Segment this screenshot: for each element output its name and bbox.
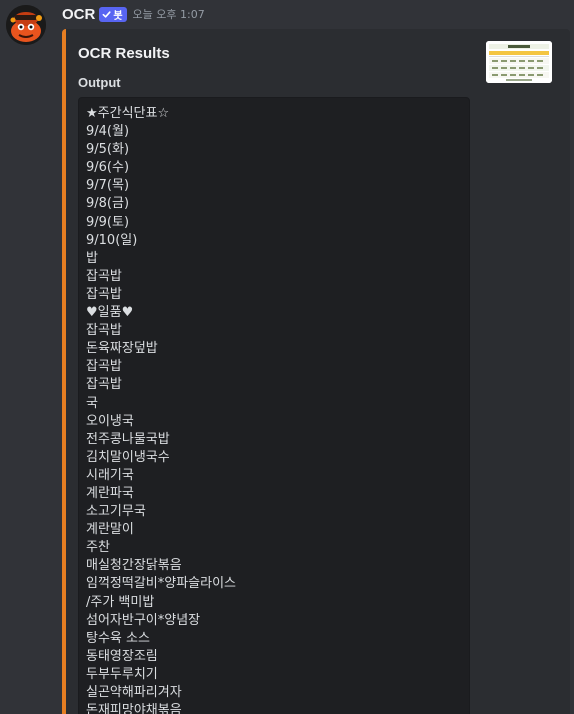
chat-message: OCR 봇 오늘 오후 1:07 OCR Results Output ★주간식… [0, 0, 574, 714]
output-line: 9/6(수) [86, 160, 130, 176]
output-line: 9/5(화) [86, 142, 130, 158]
output-line: 동태영장조림 [86, 648, 158, 664]
output-line: 오이냉국 [86, 413, 134, 429]
ocr-embed: OCR Results Output ★주간식단표☆ 9/4(월) 9/5(화)… [62, 29, 570, 714]
bot-tag: 봇 [99, 6, 127, 22]
embed-thumbnail[interactable] [486, 41, 552, 83]
output-line: 주찬 [86, 540, 110, 556]
field-name: Output [78, 75, 121, 90]
output-line: 소고기무국 [86, 504, 146, 520]
output-line: 밥 [86, 250, 98, 266]
output-line: 9/9(토) [86, 214, 130, 230]
timestamp[interactable]: 오늘 오후 1:07 [133, 6, 205, 22]
output-line: 시래기국 [86, 467, 134, 483]
output-line: 돈육짜장덮밥 [86, 341, 158, 357]
output-line: 계란말이 [86, 522, 134, 538]
message-header: OCR 봇 오늘 오후 1:07 [62, 4, 205, 24]
output-line: 9/4(월) [86, 124, 130, 140]
output-line: 김치말이냉국수 [86, 449, 170, 465]
embed-title: OCR Results [78, 45, 170, 62]
ocr-output-codeblock[interactable]: ★주간식단표☆ 9/4(월) 9/5(화) 9/6(수) 9/7(목) 9/8(금) 9/9… [78, 97, 470, 714]
output-line: 9/10(일) [86, 232, 138, 248]
output-line: /주가 백미밥 [86, 594, 155, 610]
checkmark-icon [102, 10, 111, 18]
output-line: ★주간식단표☆ [86, 106, 170, 121]
output-line: ♥일품♥ [86, 305, 134, 321]
output-line: 잡곡밥 [86, 286, 122, 302]
output-line: 전주콩나물국밥 [86, 431, 170, 447]
output-line: 임꺽정떡갈비*양파슬라이스 [86, 576, 237, 592]
output-line: 두부두루치기 [86, 666, 158, 682]
output-line: 탕수육 소스 [86, 630, 150, 646]
output-line: 돈재피망야채볶음 [86, 703, 182, 714]
output-line: 잡곡밥 [86, 323, 122, 339]
bot-tag-label: 봇 [113, 10, 123, 22]
output-line: 실곤약해파리겨자 [86, 685, 182, 700]
output-line: 잡곡밥 [86, 359, 122, 375]
output-line: 잡곡밥 [86, 268, 122, 284]
output-line: 국 [86, 395, 98, 411]
output-line: 잡곡밥 [86, 377, 122, 393]
output-line: 섬어자반구이*양념장 [86, 612, 201, 628]
username[interactable]: OCR [62, 6, 95, 23]
output-line: 9/8(금) [86, 196, 130, 212]
output-line: 매실청간장닭볶음 [86, 558, 182, 574]
output-line: 계란파국 [86, 485, 134, 501]
output-line: 9/7(목) [86, 178, 130, 194]
bot-avatar-icon[interactable] [6, 5, 46, 45]
